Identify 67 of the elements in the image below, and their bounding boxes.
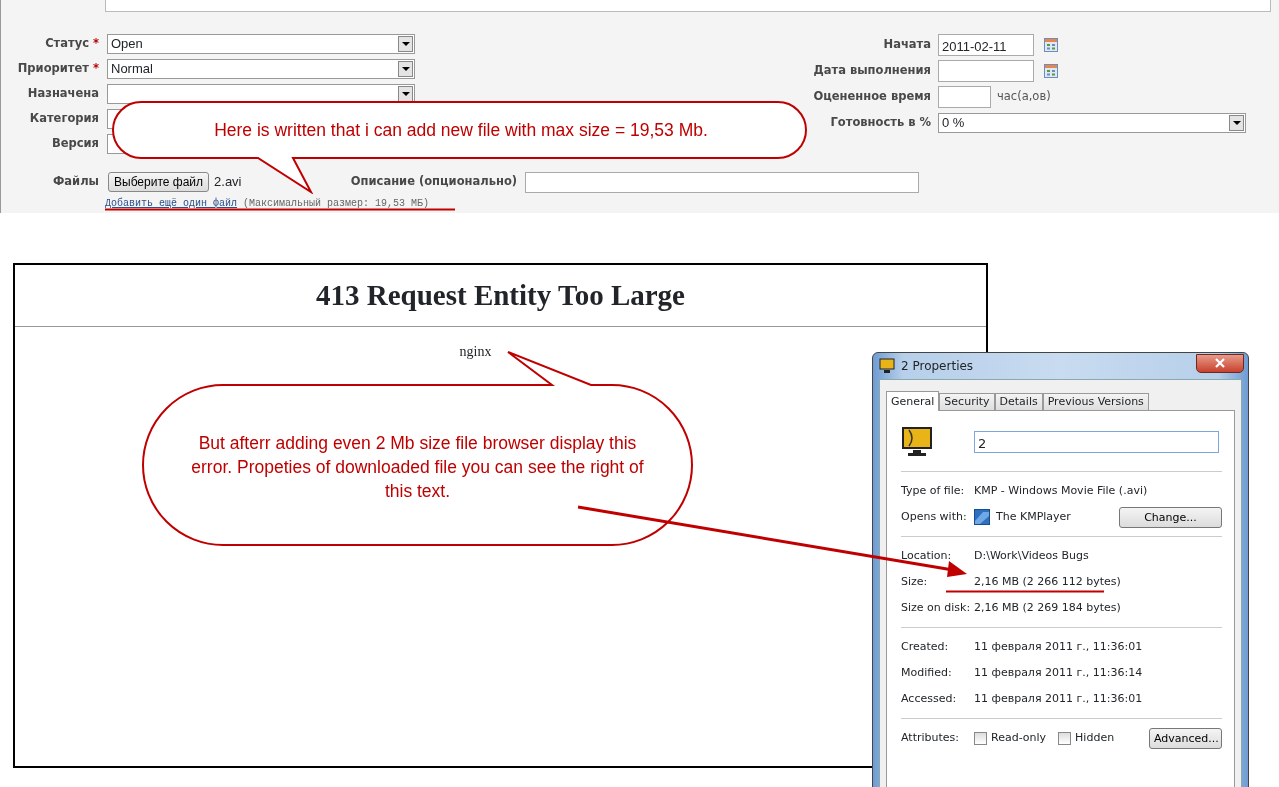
hours-field[interactable] — [938, 86, 991, 108]
field-label: Готовность в % — [830, 114, 931, 132]
file-name-field[interactable]: 2 — [974, 431, 1219, 453]
property-label: Opens with: — [901, 508, 968, 525]
server-name: nginx — [459, 344, 492, 359]
player-app-icon — [974, 509, 990, 525]
property-value: D:\Work\Videos Bugs — [974, 547, 1089, 564]
field-label: Статус — [45, 36, 89, 51]
property-label: Accessed: — [901, 690, 958, 707]
property-value: The KMPlayer — [996, 508, 1071, 525]
error-title: 413 Request Entity Too Large — [316, 278, 685, 313]
checkbox[interactable] — [974, 731, 987, 745]
date-field[interactable]: 2011-02-11 — [938, 34, 1034, 56]
field-label: Начата — [883, 36, 931, 54]
required-mark: * — [93, 61, 99, 76]
field-label: Оцененное время — [813, 88, 931, 106]
field-label: Категория — [29, 111, 99, 126]
select-field[interactable]: Open — [107, 34, 415, 54]
tab[interactable]: Security — [939, 393, 995, 410]
text-area[interactable] — [105, 0, 1271, 12]
calendar-icon[interactable] — [1044, 38, 1058, 52]
field-label: Приоритет — [17, 61, 89, 76]
select-field[interactable] — [107, 84, 415, 104]
tab[interactable]: Details — [994, 393, 1043, 410]
property-label: Size: — [901, 573, 929, 590]
property-value: 2,16 MB (2 266 112 bytes) — [974, 573, 1121, 591]
field-label: Назначена — [27, 86, 99, 101]
property-label: Created: — [901, 638, 950, 655]
callout-text: But afterr adding even 2 Mb size file browser display this error. Propeties of downloaded file you can see the right of this text. — [190, 432, 645, 503]
required-mark: * — [93, 36, 99, 51]
video-file-icon — [901, 426, 933, 458]
checkbox-label: Hidden — [1075, 729, 1115, 746]
calendar-icon[interactable] — [1044, 64, 1058, 78]
property-label: Attributes: — [901, 729, 960, 746]
checkbox-label: Read-only — [991, 729, 1047, 746]
property-value: KMP - Windows Movie File (.avi) — [974, 482, 1148, 499]
unit-label: час(а,ов) — [997, 88, 1051, 106]
select-field[interactable]: Normal — [107, 59, 415, 79]
tab[interactable]: Previous Versions — [1042, 393, 1149, 410]
tab[interactable]: General — [886, 391, 940, 411]
property-value: 2,16 MB (2 269 184 bytes) — [974, 599, 1121, 616]
select-field[interactable]: 0 % — [938, 113, 1246, 133]
video-file-icon — [879, 358, 895, 374]
callout-text: Here is written that i can add new file with max size = 19,53 Mb. — [213, 119, 709, 142]
close-button[interactable] — [1196, 353, 1244, 373]
property-label: Size on disk: — [901, 599, 972, 616]
property-label: Location: — [901, 547, 953, 564]
close-icon — [1214, 358, 1226, 368]
date-field[interactable] — [938, 60, 1034, 82]
window-title: 2 Properties — [901, 358, 974, 375]
property-label: Type of file: — [901, 482, 966, 499]
property-value: 11 февраля 2011 г., 11:36:14 — [974, 664, 1143, 681]
file-name: 2.avi — [214, 173, 243, 192]
field-label: Дата выполнения — [813, 62, 931, 80]
property-value: 11 февраля 2011 г., 11:36:01 — [974, 638, 1143, 655]
add-file-link[interactable]: Добавить ещё один файл — [105, 196, 238, 211]
field-label: Версия — [51, 136, 99, 151]
advanced-button[interactable]: Advanced... — [1149, 727, 1222, 749]
field-label: Файлы — [51, 173, 99, 191]
property-label: Modified: — [901, 664, 953, 681]
property-value: 11 февраля 2011 г., 11:36:01 — [974, 690, 1143, 707]
field-label: Описание (опционально) — [349, 173, 518, 191]
checkbox[interactable] — [1058, 731, 1072, 745]
choose-file-button[interactable]: Выберите файл — [108, 172, 210, 192]
description-field[interactable] — [525, 171, 920, 193]
change-button[interactable]: Change... — [1119, 506, 1222, 528]
max-size-note: (Максимальный размер: 19,53 МБ) — [243, 197, 430, 211]
